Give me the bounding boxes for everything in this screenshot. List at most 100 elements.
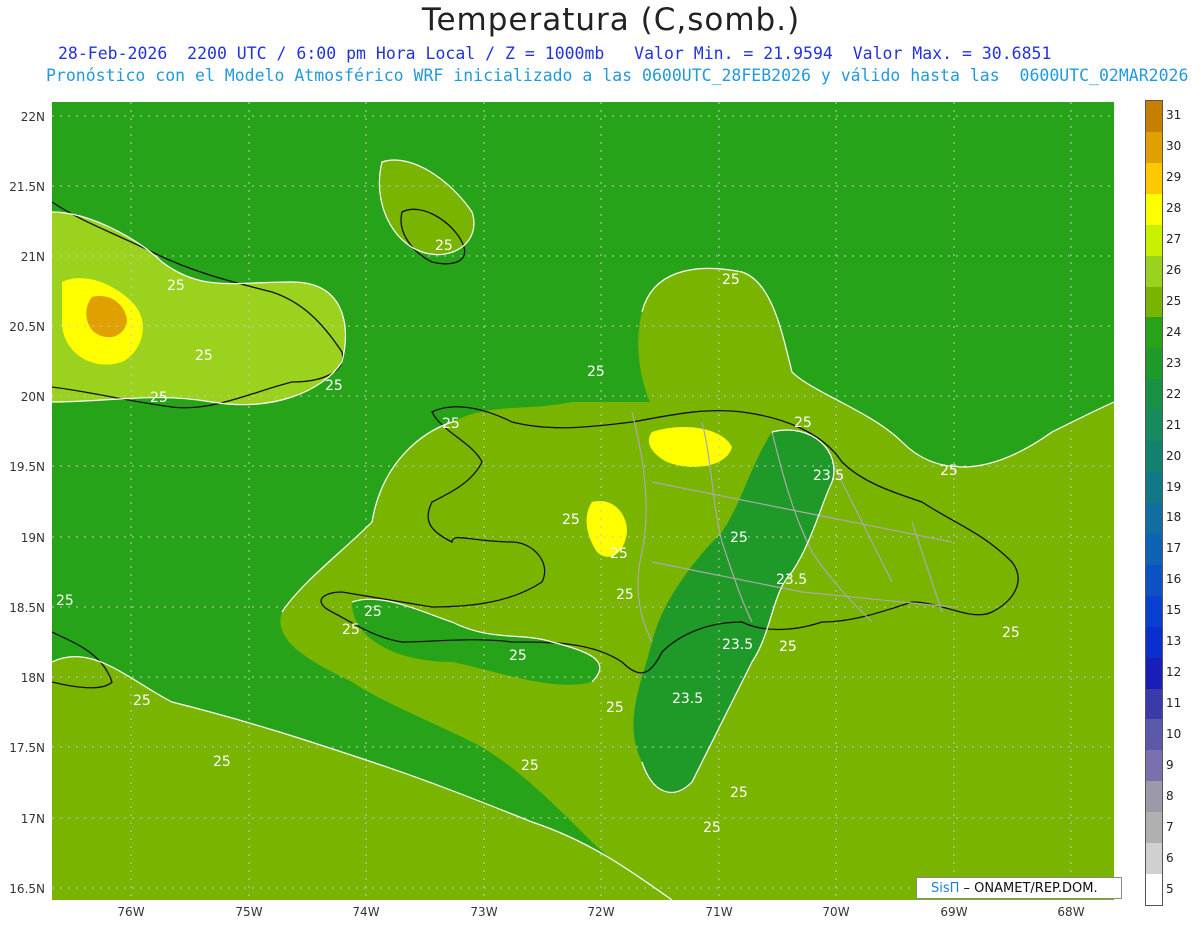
colorbar-label: 18 (1166, 510, 1182, 525)
lat-label: 20N (20, 390, 45, 404)
contour-label: 25 (167, 278, 185, 294)
contour-label: 23.5 (776, 572, 807, 588)
colorbar-label: 24 (1166, 324, 1182, 339)
contour-label: 23.5 (813, 468, 844, 484)
lat-label: 21.5N (9, 180, 45, 194)
colorbar-segment (1146, 564, 1162, 597)
colorbar-segment (1146, 874, 1162, 906)
colorbar-segment (1146, 255, 1162, 288)
colorbar-segment (1146, 533, 1162, 566)
contour-label: 25 (509, 648, 527, 664)
lon-label: 70W (822, 905, 850, 919)
contour-label: 25 (794, 415, 812, 431)
map-title: Temperatura (C,somb.) (421, 2, 801, 38)
sis-logo: SisΠ (931, 881, 960, 896)
colorbar-label: 19 (1166, 479, 1182, 494)
colorbar-segment (1146, 812, 1162, 844)
lon-label: 71W (705, 905, 733, 919)
contour-label: 25 (435, 238, 453, 254)
contour-label: 25 (56, 593, 74, 609)
colorbar-segment (1146, 379, 1162, 411)
lon-label: 73W (470, 905, 498, 919)
colorbar-label: 13 (1166, 634, 1182, 649)
colorbar-segment (1146, 750, 1162, 782)
contour-label: 25 (1002, 625, 1020, 641)
colorbar-label: 30 (1166, 139, 1182, 154)
contour-label: 25 (730, 530, 748, 546)
lat-label: 21N (20, 250, 45, 264)
colorbar-segment (1146, 317, 1162, 349)
contour-label: 25 (730, 785, 748, 801)
lat-label: 18.5N (9, 601, 45, 615)
colorbar-segment (1146, 348, 1162, 380)
contour-label: 25 (133, 693, 151, 709)
colorbar-segment (1146, 503, 1162, 535)
contour-label: 25 (325, 378, 343, 394)
contour-label: 25 (195, 348, 213, 364)
lat-label: 19N (20, 531, 45, 545)
contour-label: 25 (521, 758, 539, 774)
lon-label: 75W (235, 905, 263, 919)
colorbar-label: 25 (1166, 294, 1182, 308)
colorbar-segment (1146, 162, 1162, 195)
colorbar-label: 12 (1166, 665, 1182, 680)
colorbar-label: 20 (1166, 448, 1182, 463)
contour-label: 25 (616, 587, 634, 603)
lon-label: 68W (1057, 905, 1085, 919)
valid-time-line: 28-Feb-2026 2200 UTC / 6:00 pm Hora Loca… (58, 44, 1052, 63)
lat-label: 22N (20, 110, 45, 124)
colorbar-label: 26 (1166, 263, 1182, 278)
colorbar-segment (1146, 193, 1162, 226)
colorbar (1145, 100, 1163, 906)
org-name: – ONAMET/REP.DOM. (959, 881, 1098, 896)
lat-label: 20.5N (9, 320, 45, 334)
contour-label: 25 (940, 463, 958, 479)
contour-label: 25 (213, 754, 231, 770)
colorbar-segment (1146, 719, 1162, 751)
colorbar-label: 31 (1166, 108, 1182, 123)
contour-label: 25 (150, 390, 168, 406)
temperature-map: 25 25 25 25 25 25 25 25 25 25 23.5 25 25… (52, 102, 1114, 900)
lat-label: 18N (20, 671, 45, 685)
lon-label: 74W (352, 905, 380, 919)
colorbar-label: 22 (1166, 386, 1182, 401)
colorbar-label: 8 (1166, 788, 1174, 803)
contour-label: 25 (562, 512, 580, 528)
contour-label: 25 (364, 604, 382, 620)
contour-label: 25 (606, 700, 624, 716)
colorbar-label: 9 (1166, 757, 1174, 772)
contour-label: 23.5 (722, 637, 753, 653)
colorbar-label: 16 (1166, 572, 1182, 587)
contour-label: 25 (342, 622, 360, 638)
colorbar-segment (1146, 657, 1162, 690)
contour-label: 25 (610, 546, 628, 562)
colorbar-label: 11 (1166, 696, 1182, 710)
colorbar-segment (1146, 441, 1162, 473)
colorbar-label: 5 (1166, 881, 1174, 896)
colorbar-label: 28 (1166, 201, 1182, 216)
colorbar-segment (1146, 688, 1162, 720)
model-info-line: Pronóstico con el Modelo Atmosférico WRF… (46, 66, 1189, 85)
colorbar-segment (1146, 595, 1162, 628)
colorbar-segment (1146, 626, 1162, 659)
contour-label: 25 (442, 416, 460, 432)
colorbar-label: 29 (1166, 170, 1182, 185)
credit-box: SisΠ – ONAMET/REP.DOM. (916, 877, 1122, 899)
lon-label: 69W (940, 905, 968, 919)
colorbar-label: 17 (1166, 541, 1182, 556)
colorbar-segment (1146, 472, 1162, 504)
colorbar-segment (1146, 131, 1162, 164)
lat-label: 16.5N (9, 882, 45, 896)
colorbar-segment (1146, 843, 1162, 875)
colorbar-label: 10 (1166, 726, 1182, 741)
colorbar-label: 23 (1166, 355, 1182, 370)
colorbar-label: 6 (1166, 850, 1174, 865)
colorbar-label: 7 (1166, 819, 1174, 834)
colorbar-segment (1146, 781, 1162, 813)
lat-label: 17.5N (9, 741, 45, 755)
contour-label: 23.5 (672, 691, 703, 707)
colorbar-segment (1146, 286, 1162, 318)
contour-label: 25 (722, 272, 740, 288)
contour-label: 25 (703, 820, 721, 836)
colorbar-label: 27 (1166, 232, 1182, 247)
